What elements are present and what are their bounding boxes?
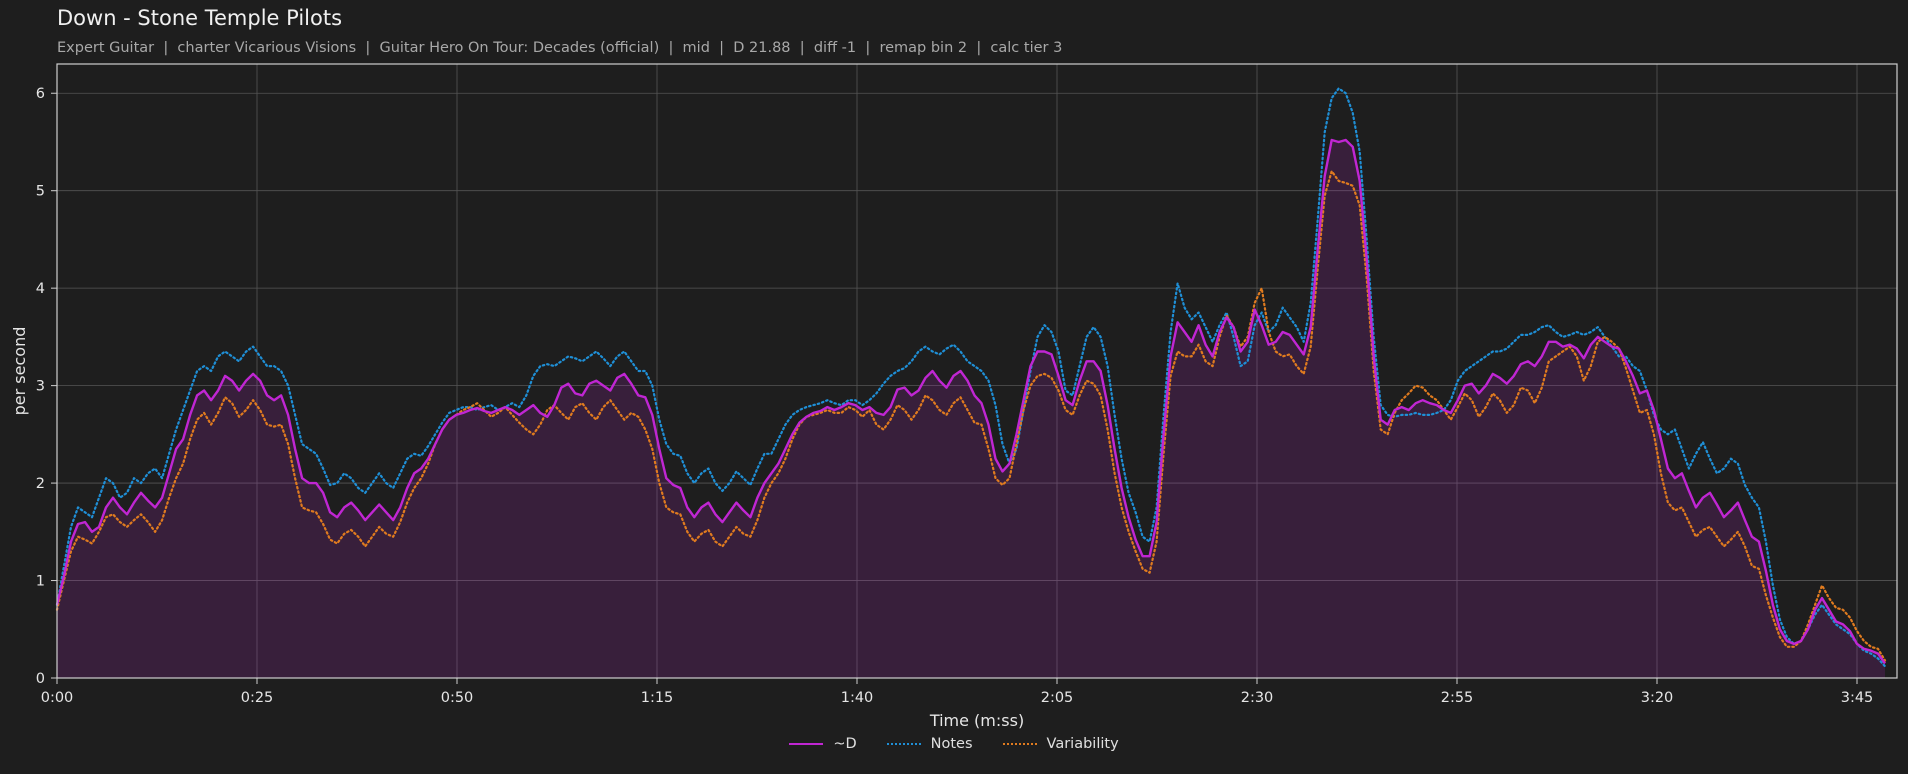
x-tick-label: 2:05 — [1041, 690, 1074, 706]
series-layer — [55, 87, 1887, 678]
legend-label-notes: Notes — [930, 736, 973, 752]
x-tick-label: 3:20 — [1641, 690, 1674, 706]
legend: ~D Notes Variability — [0, 736, 1908, 752]
x-tick-label: 0:00 — [41, 690, 74, 706]
y-tick-label: 1 — [36, 574, 45, 590]
y-tick-label: 4 — [36, 281, 45, 297]
legend-item-d: ~D — [789, 736, 857, 752]
legend-label-variability: Variability — [1046, 736, 1119, 752]
series-area-fill — [57, 140, 1885, 678]
legend-swatch-notes — [886, 743, 921, 745]
legend-swatch-variability — [1002, 743, 1037, 745]
legend-item-notes: Notes — [886, 736, 973, 752]
x-tick-label: 0:50 — [441, 690, 474, 706]
legend-label-d: ~D — [833, 736, 857, 752]
y-axis-label: per second — [10, 327, 29, 416]
x-tick-label: 2:55 — [1441, 690, 1474, 706]
x-tick-label: 1:15 — [641, 690, 674, 706]
x-tick-label: 0:25 — [241, 690, 274, 706]
y-tick-label: 3 — [36, 379, 45, 395]
y-tick-label: 2 — [36, 476, 45, 492]
y-tick-label: 0 — [36, 671, 45, 687]
legend-swatch-d — [789, 743, 824, 745]
y-tick-label: 6 — [36, 86, 45, 102]
y-tick-label: 5 — [36, 184, 45, 200]
x-axis-label: Time (m:ss) — [929, 711, 1024, 730]
x-tick-label: 2:30 — [1241, 690, 1274, 706]
chart-plot: 0:00 0:25 0:50 1:15 1:40 2:05 2:30 2:55 3:20 3:45… — [10, 63, 1898, 730]
x-tick-label: 1:40 — [841, 690, 874, 706]
legend-item-variability: Variability — [1002, 736, 1119, 752]
x-tick-label: 3:45 — [1841, 690, 1874, 706]
